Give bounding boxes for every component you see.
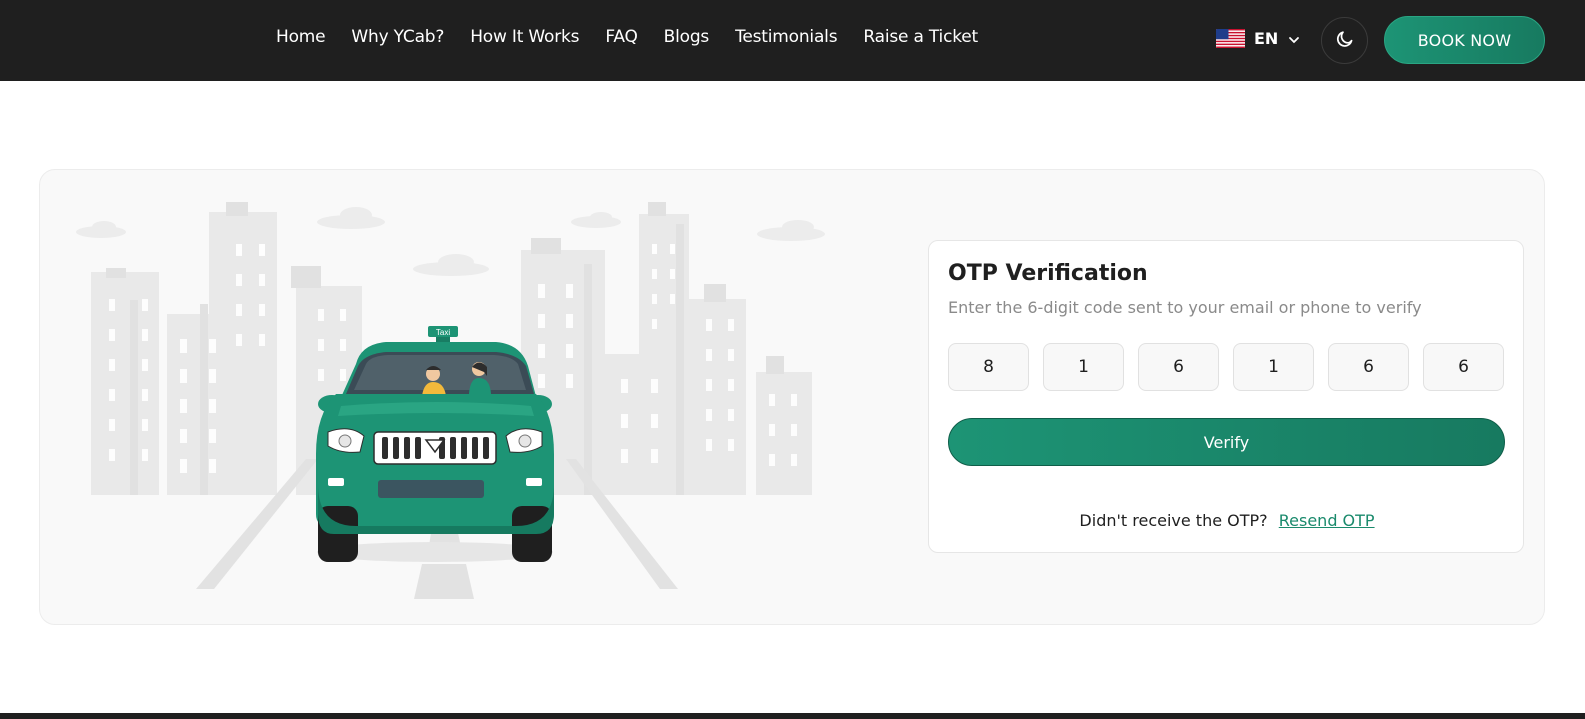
taxi-city-illustration: Taxi [76, 202, 825, 599]
theme-toggle-button[interactable] [1321, 17, 1368, 64]
language-code: EN [1254, 29, 1279, 48]
language-selector[interactable]: EN [1216, 29, 1301, 48]
nav-link-blogs[interactable]: Blogs [664, 27, 710, 47]
chevron-down-icon [1287, 32, 1301, 46]
otp-digit-5[interactable] [1328, 343, 1409, 391]
resend-otp-row: Didn't receive the OTP? Resend OTP [929, 511, 1525, 530]
top-navigation-bar: Home Why YCab? How It Works FAQ Blogs Te… [0, 0, 1585, 81]
otp-title: OTP Verification [948, 261, 1148, 286]
nav-link-how-it-works[interactable]: How It Works [470, 27, 579, 47]
book-now-button[interactable]: BOOK NOW [1384, 16, 1545, 64]
nav-link-testimonials[interactable]: Testimonials [735, 27, 837, 47]
nav-link-why-ycab[interactable]: Why YCab? [351, 27, 444, 47]
main-nav: Home Why YCab? How It Works FAQ Blogs Te… [276, 27, 1004, 47]
nav-link-home[interactable]: Home [276, 27, 326, 47]
otp-digit-4[interactable] [1233, 343, 1314, 391]
otp-digit-2[interactable] [1043, 343, 1124, 391]
otp-subtitle: Enter the 6-digit code sent to your emai… [948, 298, 1422, 317]
resend-otp-link[interactable]: Resend OTP [1279, 511, 1375, 530]
nav-link-raise-ticket[interactable]: Raise a Ticket [863, 27, 978, 47]
otp-digit-inputs [948, 343, 1504, 391]
otp-verification-form: OTP Verification Enter the 6-digit code … [928, 240, 1524, 553]
verify-button[interactable]: Verify [948, 418, 1505, 466]
moon-icon [1335, 29, 1355, 53]
otp-digit-3[interactable] [1138, 343, 1219, 391]
taxi-sign-text: Taxi [436, 328, 450, 337]
us-flag-icon [1216, 29, 1245, 48]
nav-link-faq[interactable]: FAQ [605, 27, 638, 47]
resend-prompt: Didn't receive the OTP? [1079, 511, 1268, 530]
otp-digit-1[interactable] [948, 343, 1029, 391]
otp-digit-6[interactable] [1423, 343, 1504, 391]
footer-edge [0, 713, 1585, 719]
